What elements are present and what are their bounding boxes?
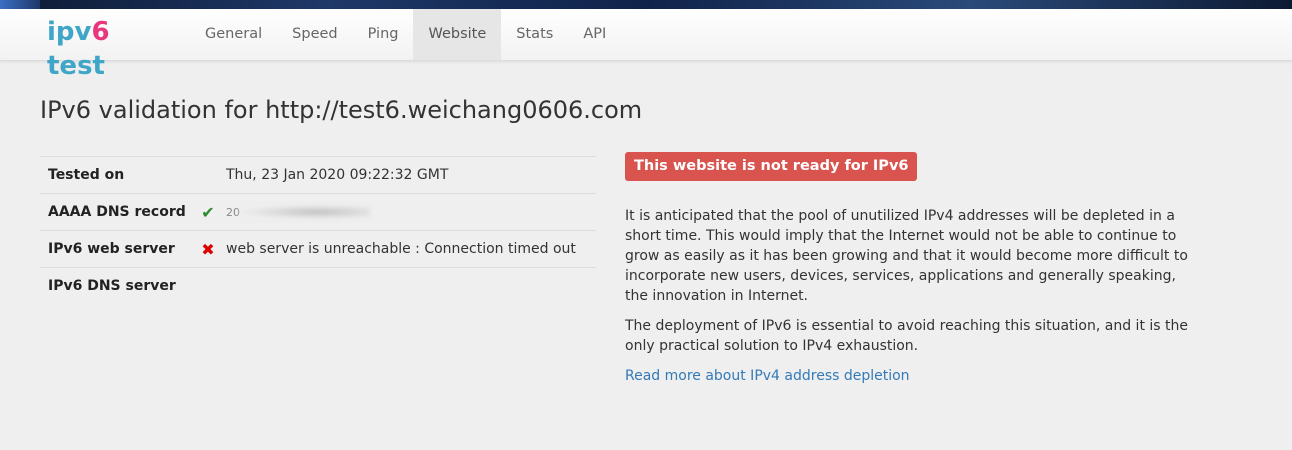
nav-item-general[interactable]: General <box>190 9 277 60</box>
row-label: AAAA DNS record <box>40 193 191 231</box>
row-label: IPv6 web server <box>40 230 191 268</box>
logo-text-suffix: test <box>47 51 105 81</box>
nav-item-speed[interactable]: Speed <box>277 9 352 60</box>
status-alert-badge: This website is not ready for IPv6 <box>625 152 918 181</box>
row-value: 20 <box>225 193 596 231</box>
read-more-link[interactable]: Read more about IPv4 address depletion <box>625 368 910 384</box>
nav-item-stats[interactable]: Stats <box>501 9 568 60</box>
page-title: IPv6 validation for http://test6.weichan… <box>40 96 643 124</box>
cross-icon: ✖ <box>191 230 225 268</box>
browser-strip-highlight <box>0 0 40 9</box>
table-row: IPv6 web server ✖ web server is unreacha… <box>40 230 596 268</box>
table-row: IPv6 DNS server <box>40 267 596 304</box>
navbar: ipv6 test General Speed Ping Website Sta… <box>0 9 1292 81</box>
nav-item-ping[interactable]: Ping <box>353 9 414 60</box>
logo-text-prefix: ipv <box>47 17 92 47</box>
table-row: Tested on Thu, 23 Jan 2020 09:22:32 GMT <box>40 156 596 194</box>
logo-text-six: 6 <box>91 17 110 47</box>
row-icon-empty <box>191 156 225 194</box>
nav-item-website[interactable]: Website <box>413 9 502 60</box>
nav-item-api[interactable]: API <box>568 9 621 60</box>
description: It is anticipated that the pool of unuti… <box>625 206 1190 386</box>
row-label: IPv6 DNS server <box>40 267 191 304</box>
results-table: Tested on Thu, 23 Jan 2020 09:22:32 GMT … <box>40 156 596 304</box>
row-value: Thu, 23 Jan 2020 09:22:32 GMT <box>225 156 596 194</box>
row-icon-empty <box>191 267 225 304</box>
row-value: web server is unreachable : Connection t… <box>225 230 596 268</box>
description-paragraph: It is anticipated that the pool of unuti… <box>625 208 1188 304</box>
check-icon: ✔ <box>191 193 225 231</box>
dns-record-value: 20 <box>226 206 240 219</box>
description-paragraph: The deployment of IPv6 is essential to a… <box>625 318 1188 354</box>
row-label: Tested on <box>40 156 191 194</box>
redacted-blur <box>240 205 370 219</box>
browser-top-strip <box>0 0 1292 9</box>
table-row: AAAA DNS record ✔ 20 <box>40 193 596 231</box>
main-nav: General Speed Ping Website Stats API <box>190 9 621 60</box>
site-logo[interactable]: ipv6 test <box>47 15 172 81</box>
row-value <box>225 267 596 304</box>
